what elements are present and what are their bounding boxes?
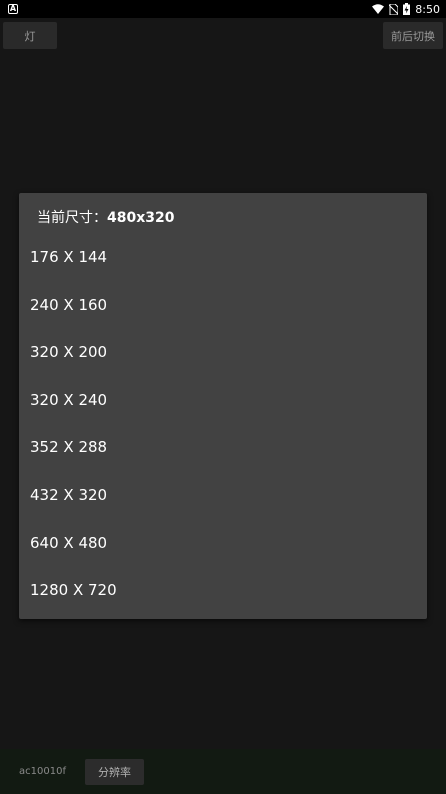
resolution-button[interactable]: 分辨率 — [85, 759, 144, 785]
resolution-option[interactable]: 320 X 200 — [30, 332, 420, 372]
resolution-option[interactable]: 240 X 160 — [30, 285, 420, 325]
dialog-title-label: 当前尺寸： — [37, 210, 107, 226]
wifi-icon — [372, 4, 385, 14]
resolution-option[interactable]: 176 X 144 — [30, 237, 420, 277]
resolution-option[interactable]: 352 X 288 — [30, 427, 420, 467]
no-sim-icon — [389, 3, 399, 15]
resolution-option[interactable]: 640 X 480 — [30, 523, 420, 563]
device-id-label: ac10010f — [19, 766, 66, 777]
resolution-dialog: 当前尺寸：480x320 176 X 144 240 X 160 320 X 2… — [19, 193, 427, 619]
light-button[interactable]: 灯 — [3, 22, 57, 49]
status-time: 8:50 — [415, 2, 440, 16]
resolution-option[interactable]: 320 X 240 — [30, 380, 420, 420]
status-bar: A 8:50 — [0, 0, 446, 18]
resolution-option[interactable]: 432 X 320 — [30, 475, 420, 515]
switch-camera-button[interactable]: 前后切换 — [383, 22, 443, 49]
dialog-title-value: 480x320 — [107, 210, 175, 226]
bottom-bar — [0, 749, 446, 794]
notification-a-icon: A — [8, 4, 18, 14]
dialog-title: 当前尺寸：480x320 — [37, 207, 174, 227]
battery-charging-icon — [403, 3, 411, 15]
resolution-option[interactable]: 1280 X 720 — [30, 570, 420, 610]
